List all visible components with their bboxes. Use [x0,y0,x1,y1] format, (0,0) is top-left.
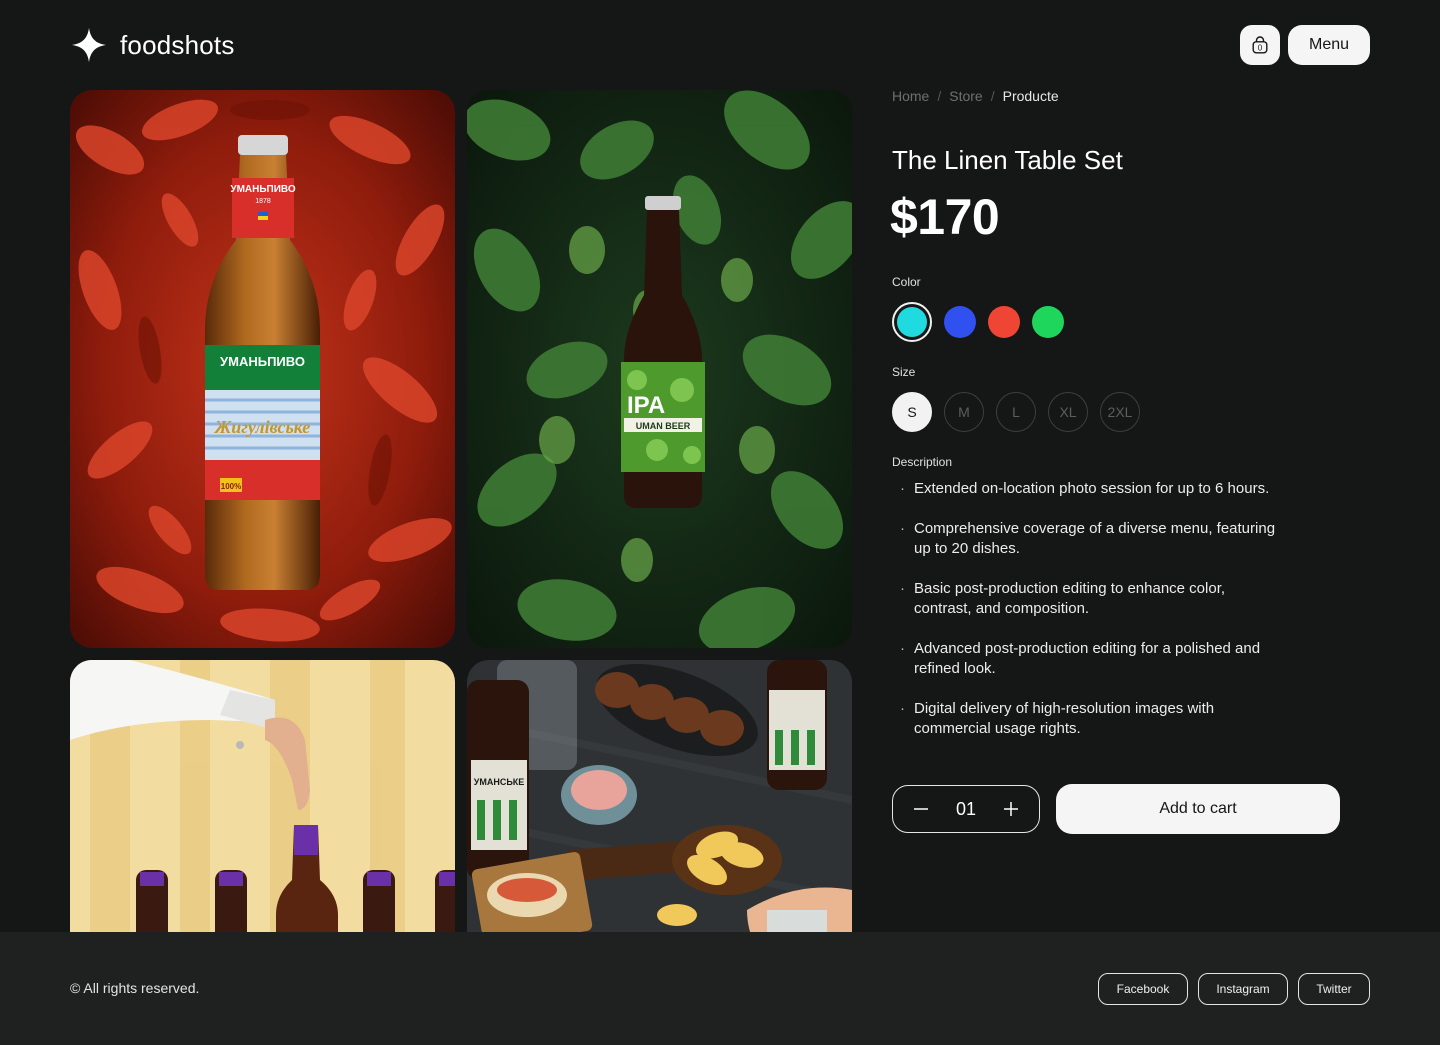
color-swatch-cyan[interactable] [892,302,932,342]
shopping-bag-icon: 0 [1252,36,1268,54]
size-option-xl[interactable]: XL [1048,392,1088,432]
ipa-leaves-photo: IPA UMAN BEER [467,90,852,648]
bottles-hand-photo [70,660,455,960]
description-item: Advanced post-production editing for a p… [898,639,1278,679]
description-item: Basic post-production editing to enhance… [898,579,1278,619]
description-item: Extended on-location photo session for u… [898,479,1278,499]
breadcrumb: Home / Store / Producte [892,88,1059,104]
size-option-l[interactable]: L [996,392,1036,432]
bottle-label-ipa: IPA [627,392,665,419]
size-option-2xl[interactable]: 2XL [1100,392,1140,432]
bottle-label-brand: УМАНЬПИВО [220,354,305,369]
bottle-label-name: Жигулівське [213,417,311,437]
size-label: Size [892,365,916,379]
brand-name: foodshots [120,29,235,60]
facebook-link[interactable]: Facebook [1098,973,1188,1005]
bottle-label-percent: 100% [221,482,241,491]
color-options [892,302,1064,342]
quantity-stepper: 01 [892,785,1040,833]
site-footer: © All rights reserved. Facebook Instagra… [0,932,1440,1045]
gallery-image-bottles-hand[interactable] [70,660,455,960]
breadcrumb-separator: / [937,88,942,104]
gallery-image-crayfish-beer[interactable]: УМАНЬПИВО 1878 УМАНЬПИВО Жигулівське 100… [70,90,455,648]
breadcrumb-current: Producte [1002,88,1059,104]
product-title: The Linen Table Set [892,145,1123,175]
description-list: Extended on-location photo session for u… [898,479,1278,759]
decrease-button[interactable] [911,799,931,819]
crayfish-beer-photo: УМАНЬПИВО 1878 УМАНЬПИВО Жигулівське 100… [70,90,455,648]
bottle-label-brand-left: УМАНСЬКЕ [474,777,525,787]
description-label: Description [892,455,953,469]
sparkle-icon [71,27,107,63]
breadcrumb-store[interactable]: Store [949,88,982,104]
color-label: Color [892,275,921,289]
size-options: S M L XL 2XL [892,392,1140,432]
quantity-value[interactable]: 01 [956,799,976,820]
bottle-label-sub: UMAN BEER [636,421,691,431]
gallery-image-snacks-table[interactable]: УМАНСЬКЕ [467,660,852,960]
plus-icon [1004,802,1018,816]
breadcrumb-home[interactable]: Home [892,88,929,104]
instagram-link[interactable]: Instagram [1198,973,1288,1005]
description-item: Digital delivery of high-resolution imag… [898,699,1278,739]
cart-count: 0 [1258,44,1263,53]
site-header: foodshots 0 Menu [0,0,1440,90]
color-swatch-red[interactable] [988,306,1020,338]
bottle-cap-brand: УМАНЬПИВО [230,184,296,195]
minus-icon [914,808,928,810]
copyright-text: © All rights reserved. [70,980,200,996]
gallery-image-ipa-leaves[interactable]: IPA UMAN BEER [467,90,852,648]
size-option-m[interactable]: M [944,392,984,432]
brand-logo[interactable]: foodshots [70,25,235,65]
increase-button[interactable] [1001,799,1021,819]
bottle-cap-year: 1878 [255,198,271,205]
color-swatch-blue[interactable] [944,306,976,338]
size-option-s[interactable]: S [892,392,932,432]
description-item: Comprehensive coverage of a diverse menu… [898,519,1278,559]
breadcrumb-separator: / [990,88,995,104]
twitter-link[interactable]: Twitter [1298,973,1370,1005]
cart-button[interactable]: 0 [1240,25,1280,65]
menu-button[interactable]: Menu [1288,25,1370,65]
product-price: $170 [890,189,1000,245]
snacks-table-photo: УМАНСЬКЕ [467,660,852,960]
add-to-cart-button[interactable]: Add to cart [1056,784,1340,834]
color-swatch-green[interactable] [1032,306,1064,338]
